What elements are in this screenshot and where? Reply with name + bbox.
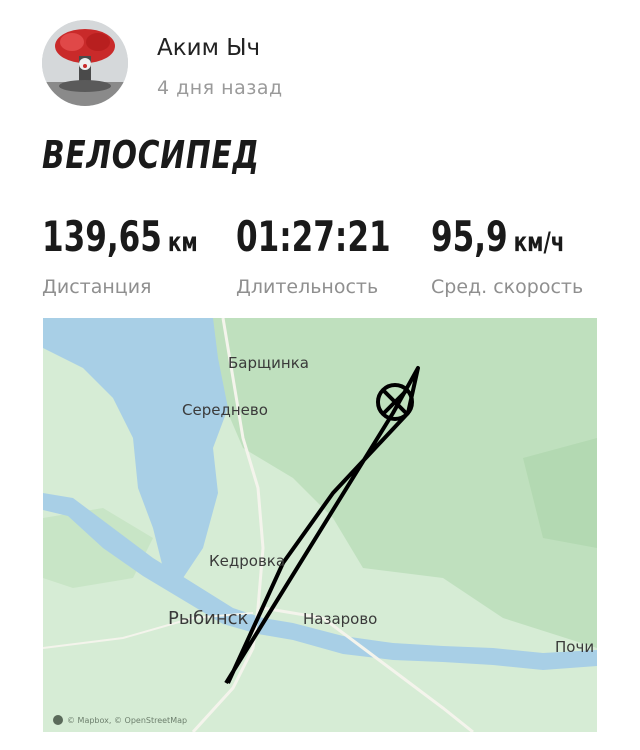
map-canvas: Барщинка Середнево Кедровка Рыбинск Наза… [43, 318, 597, 732]
place-label-kedrovka: Кедровка [209, 552, 285, 570]
map-attribution[interactable]: © Mapbox, © OpenStreetMap [53, 715, 187, 725]
duration-label: Длительность [236, 276, 379, 298]
speed-label: Сред. скорость [431, 276, 584, 298]
place-label-rybinsk: Рыбинск [168, 608, 249, 629]
place-label-barshchinka: Барщинка [228, 354, 309, 372]
avatar-image [42, 20, 128, 106]
speed-number: 95,9 [431, 212, 508, 261]
stat-duration: 01:27:21 Длительность [236, 212, 445, 298]
route-map[interactable]: Барщинка Середнево Кедровка Рыбинск Наза… [43, 318, 597, 732]
distance-number: 139,65 [42, 212, 162, 261]
mapbox-logo-icon [53, 715, 63, 725]
place-label-pochi: Почи [555, 638, 594, 656]
duration-value: 01:27:21 [236, 212, 391, 261]
post-timestamp: 4 дня назад [157, 77, 283, 99]
distance-label: Дистанция [42, 276, 152, 298]
speed-unit: км/ч [513, 227, 565, 258]
username[interactable]: Аким Ыч [157, 35, 260, 61]
distance-unit: км [167, 227, 198, 258]
place-label-serednevo: Середнево [182, 401, 268, 419]
speed-value: 95,9 км/ч [431, 212, 565, 261]
avatar[interactable] [42, 20, 128, 106]
activity-type-title: ВЕЛОСИПЕД [42, 133, 260, 177]
stat-distance: 139,65 км Дистанция [42, 212, 252, 298]
distance-value: 139,65 км [42, 212, 198, 261]
stat-speed: 95,9 км/ч Сред. скорость [431, 212, 611, 298]
attribution-text: © Mapbox, © OpenStreetMap [67, 715, 188, 725]
place-label-nazarovo: Назарово [303, 610, 377, 628]
